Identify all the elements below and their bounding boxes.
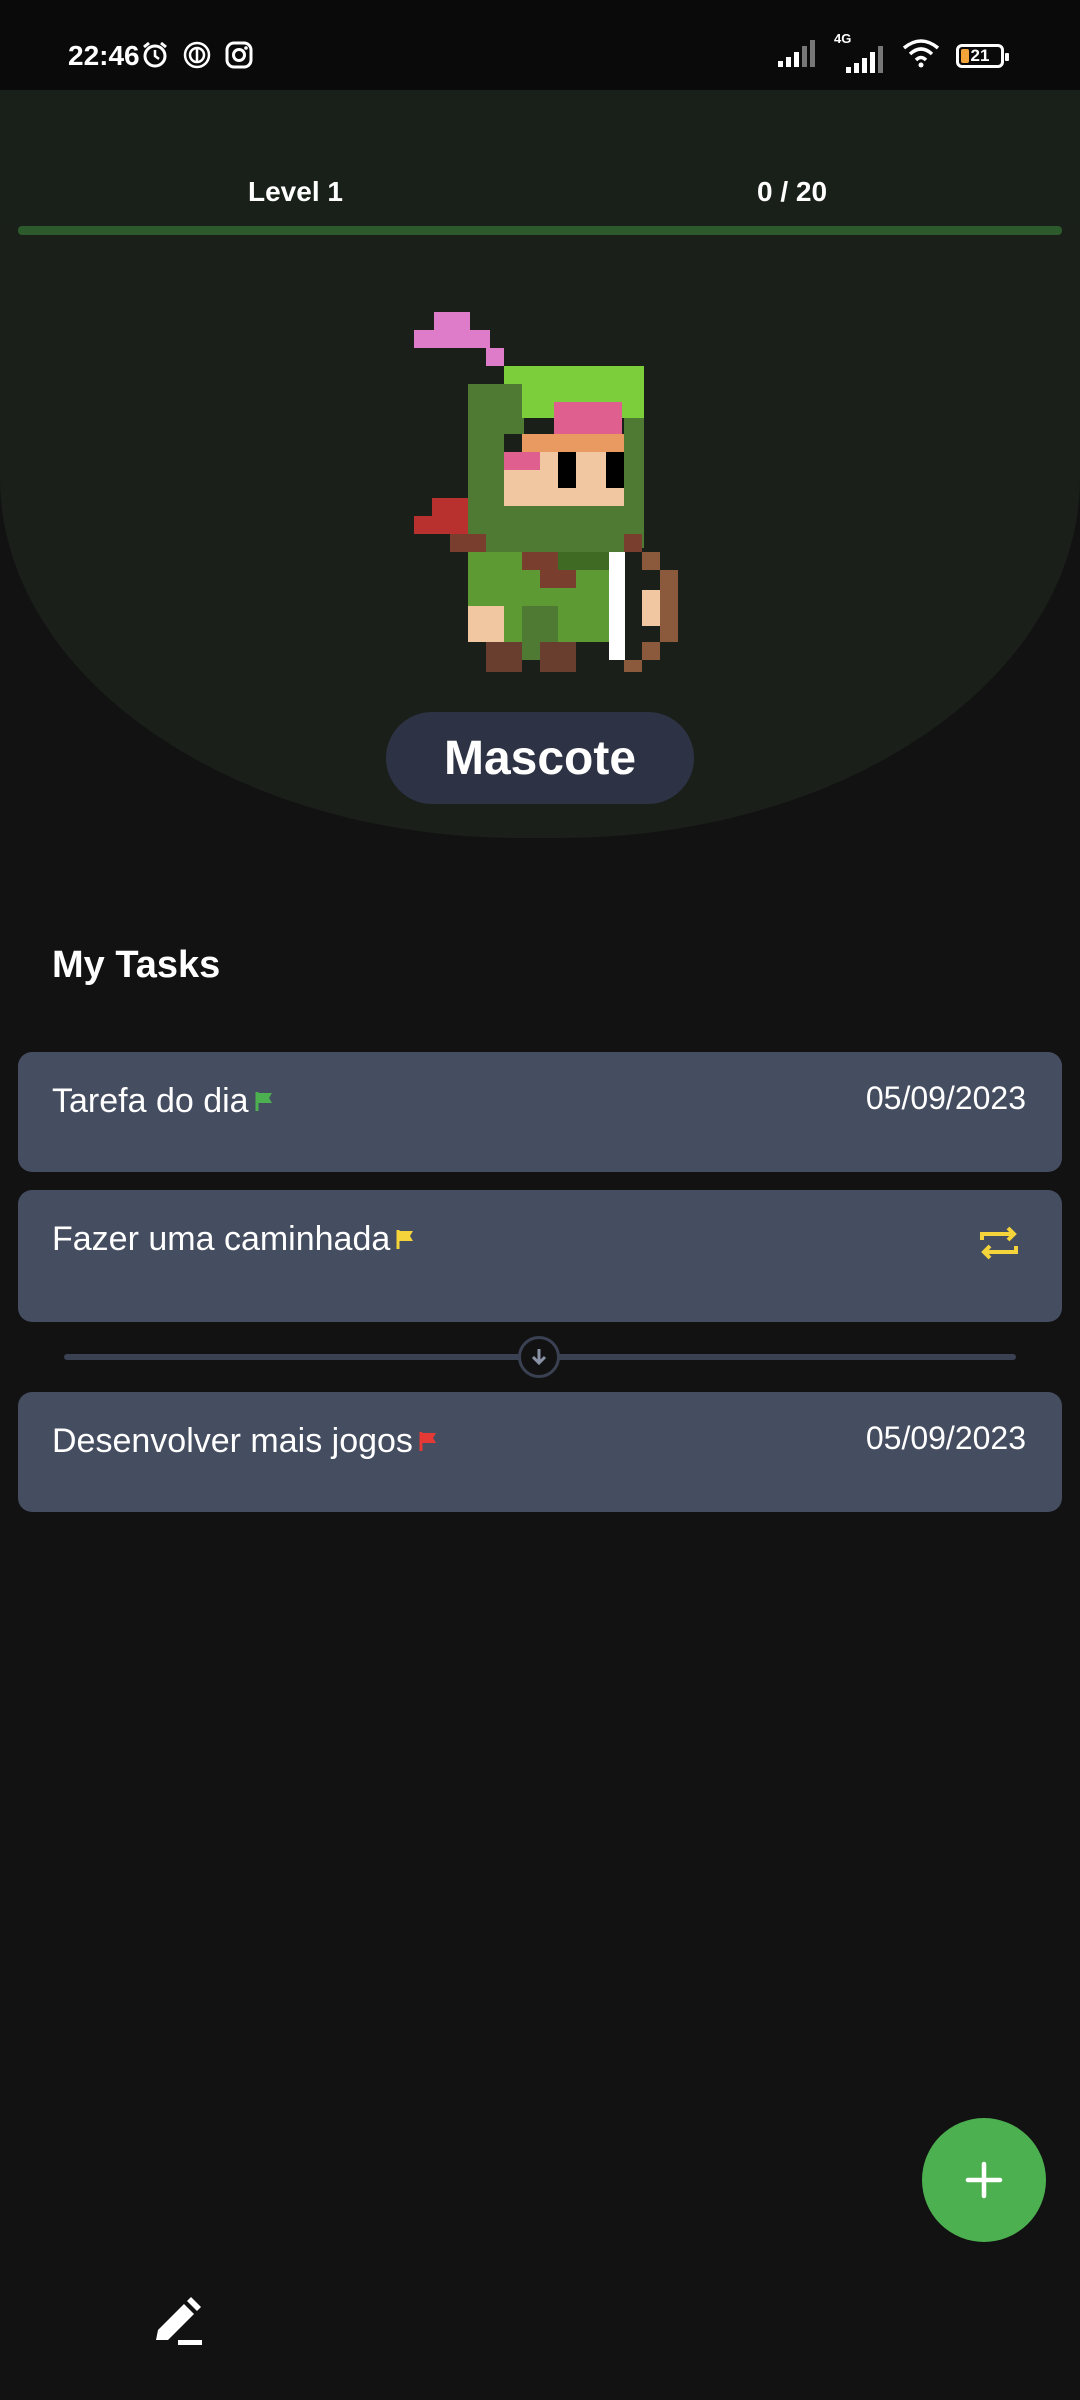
plus-icon [965,2161,1003,2199]
flag-icon [419,1422,439,1461]
flag-icon [396,1220,416,1259]
repeat-icon[interactable] [976,1220,1022,1271]
task-card[interactable]: Fazer uma caminhada [18,1190,1062,1322]
level-label: Level 1 [248,176,343,207]
instagram-icon [224,40,254,75]
add-task-button[interactable] [922,2118,1046,2242]
mascot-button[interactable]: Mascote [386,712,694,804]
level-header [0,90,1080,230]
task-date: 05/09/2023 [865,1080,1026,1116]
task-card[interactable]: Tarefa do dia 05/09/2023 [18,1052,1062,1172]
task-title: Fazer uma caminhada [52,1220,391,1258]
fingerprint-icon [182,40,212,75]
status-bar: 22:46 4G 21 [0,0,1080,90]
task-card[interactable]: Desenvolver mais jogos 05/09/2023 [18,1392,1062,1512]
xp-counter: 0 / 20 [757,176,828,207]
task-title: Tarefa do dia [52,1082,249,1120]
alarm-icon [140,40,170,75]
edit-icon[interactable] [150,2294,206,2350]
battery-icon: 21 [956,43,1009,68]
wifi-icon [902,38,940,73]
flag-icon [255,1082,275,1121]
task-title: Desenvolver mais jogos [52,1422,413,1460]
arrow-down-icon[interactable] [518,1336,560,1378]
task-date: 05/09/2023 [865,1420,1026,1456]
section-title: My Tasks [52,944,221,986]
xp-progress-bar [18,226,1062,235]
mascot-sprite[interactable] [414,312,684,672]
clock: 22:46 [68,40,140,71]
signal-icon [778,39,818,72]
signal-4g-icon: 4G [834,31,886,73]
